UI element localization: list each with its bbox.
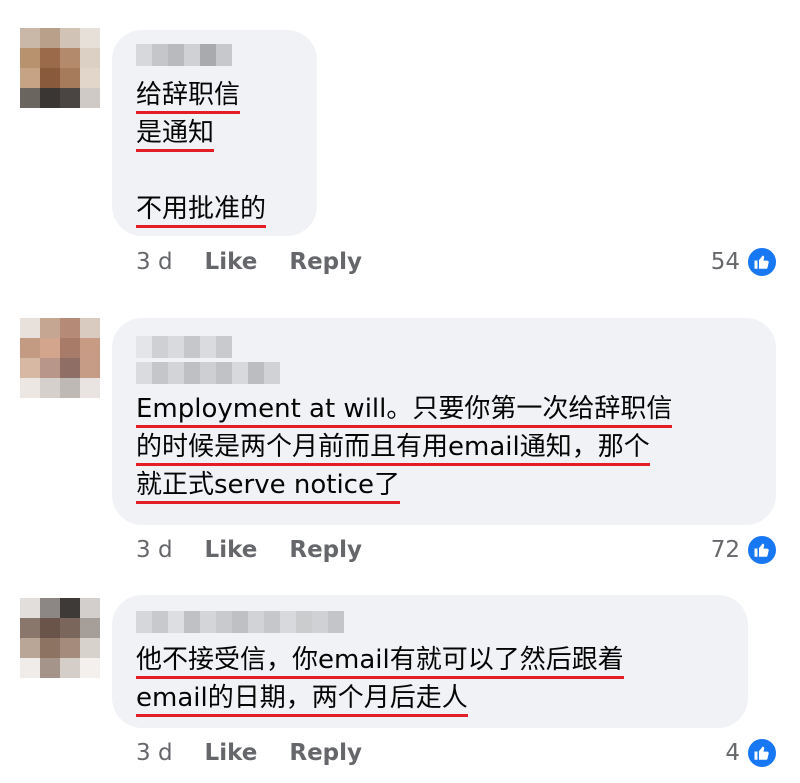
reply-button[interactable]: Reply — [289, 249, 362, 275]
commenter-name[interactable] — [136, 44, 293, 66]
comment-bubble: 给辞职信 是通知 不用批准的 — [112, 30, 317, 236]
commenter-name[interactable] — [136, 336, 752, 358]
thumbs-up-icon — [746, 737, 778, 769]
avatar[interactable] — [20, 28, 100, 108]
comment-line: 给辞职信 — [136, 80, 241, 114]
commenter-name[interactable] — [136, 611, 724, 633]
comment-line: 他不接受信，你email有就可以了然后跟着 — [136, 645, 624, 679]
reaction-count: 72 — [710, 537, 740, 563]
comment-meta: 3 d Like Reply — [136, 537, 362, 563]
thumbs-up-icon — [746, 534, 778, 566]
comment-line: 是通知 — [136, 118, 215, 152]
comment-line: email的日期，两个月后走人 — [136, 683, 468, 717]
comment-text: 他不接受信，你email有就可以了然后跟着 email的日期，两个月后走人 — [136, 641, 724, 717]
reply-button[interactable]: Reply — [289, 740, 362, 766]
avatar[interactable] — [20, 318, 100, 398]
comment-bubble: 他不接受信，你email有就可以了然后跟着 email的日期，两个月后走人 — [112, 595, 748, 728]
timestamp[interactable]: 3 d — [136, 249, 173, 275]
like-button[interactable]: Like — [205, 537, 258, 563]
timestamp[interactable]: 3 d — [136, 537, 173, 563]
reaction-count: 4 — [725, 740, 740, 766]
comment-line: Employment at will。只要你第一次给辞职信 — [136, 394, 673, 428]
thumbs-up-icon — [746, 246, 778, 278]
like-button[interactable]: Like — [205, 740, 258, 766]
comment-bubble: Employment at will。只要你第一次给辞职信 的时候是两个月前而且… — [112, 318, 776, 525]
like-button[interactable]: Like — [205, 249, 258, 275]
comment-text: 给辞职信 是通知 不用批准的 — [136, 76, 293, 228]
reaction-summary[interactable]: 54 — [711, 246, 778, 278]
comment-line: 的时候是两个月前而且有用email通知，那个 — [136, 432, 650, 466]
reaction-summary[interactable]: 4 — [725, 737, 778, 769]
commenter-subtitle — [136, 362, 752, 384]
comment-text: Employment at will。只要你第一次给辞职信 的时候是两个月前而且… — [136, 390, 752, 504]
comment-meta: 3 d Like Reply — [136, 249, 362, 275]
comment-line: 就正式serve notice了 — [136, 470, 400, 504]
comment-line: 不用批准的 — [136, 194, 267, 228]
reply-button[interactable]: Reply — [289, 537, 362, 563]
reaction-count: 54 — [710, 249, 740, 275]
reaction-summary[interactable]: 72 — [711, 534, 778, 566]
timestamp[interactable]: 3 d — [136, 740, 173, 766]
avatar[interactable] — [20, 598, 100, 678]
comment-meta: 3 d Like Reply — [136, 740, 362, 766]
